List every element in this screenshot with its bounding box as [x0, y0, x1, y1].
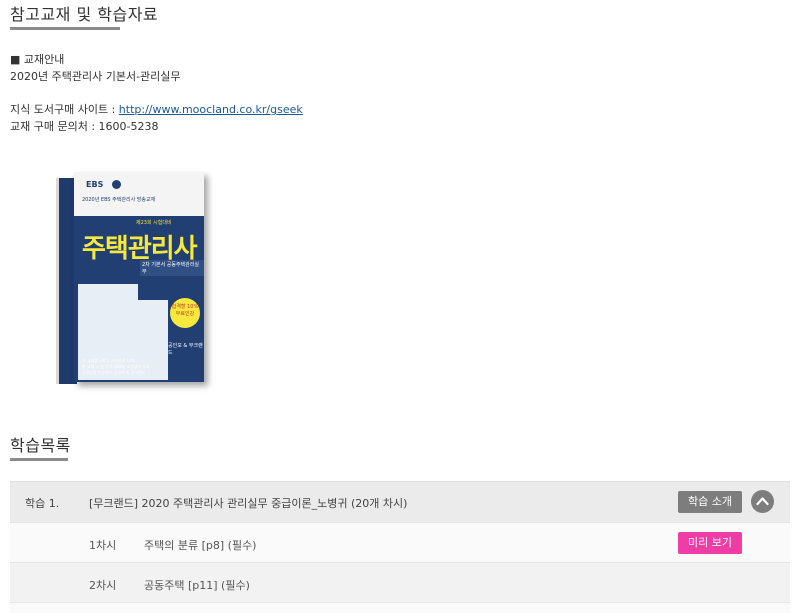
book-tag: 2차 기본서 공동주택관리실무: [140, 260, 204, 276]
chevron-up-icon: [756, 497, 769, 506]
shop-line: 지식 도서구매 사이트 : http://www.moocland.co.kr/…: [10, 101, 303, 118]
lesson-row[interactable]: 2차시 공동주택 [p11] (필수): [10, 562, 790, 603]
reference-section-title: 참고교재 및 학습자료: [10, 1, 159, 30]
reference-title-text: 참고교재 및 학습자료: [10, 5, 159, 24]
lesson-number: 2차시: [89, 579, 117, 592]
book-cover: EBS 2020년 EBS 주택관리사 방송교재 제23회 시험대비 주택관리사…: [74, 172, 204, 382]
lesson-title: 주택의 분류 [p8] (필수): [144, 539, 257, 552]
shop-link[interactable]: http://www.moocland.co.kr/gseek: [119, 103, 303, 116]
book-bullets: 이 교재를 2회독 교수진과 10회 한 교재 + 한 강의 365일 조건없이…: [82, 358, 150, 375]
brand-logo-icon: [112, 180, 121, 189]
course-label: 학습 1.: [25, 497, 60, 510]
book-small-subtitle: 2020년 EBS 주택관리사 방송교재: [82, 197, 156, 203]
book-brand: EBS: [86, 180, 104, 189]
book-badge: 합격할 10% 무료인강: [170, 298, 200, 328]
shop-label: 지식 도서구매 사이트 :: [10, 103, 119, 116]
collapse-button[interactable]: [751, 490, 774, 513]
lesson-title: 공동주택 [p11] (필수): [144, 579, 250, 592]
title-underline: [10, 27, 120, 30]
lesson-number: 1차시: [89, 539, 117, 552]
course-name: [무크랜드] 2020 주택관리사 관리실무 중급이론_노병귀 (20개 차시): [89, 497, 408, 510]
preview-button[interactable]: 미리 보기: [678, 532, 742, 554]
lesson-row[interactable]: [10, 602, 790, 613]
contact-info: 교재 구매 문의처 : 1600-5238: [10, 120, 159, 133]
lesson-row[interactable]: 1차시 주택의 분류 [p8] (필수) 미리 보기: [10, 522, 790, 563]
book-authors: 공인모 & 무크랜드: [168, 343, 203, 356]
course-intro-button[interactable]: 학습 소개: [678, 491, 742, 513]
title-underline: [10, 458, 68, 461]
book-cover-image: EBS 2020년 EBS 주택관리사 방송교재 제23회 시험대비 주택관리사…: [56, 172, 206, 390]
study-title-text: 학습목록: [10, 436, 71, 455]
guide-label: ■ 교재안내: [10, 53, 65, 66]
study-section-title: 학습목록: [10, 432, 71, 461]
course-header-row[interactable]: 학습 1. [무크랜드] 2020 주택관리사 관리실무 중급이론_노병귀 (2…: [10, 481, 790, 522]
book-name: 2020년 주택관리사 기본서-관리실무: [10, 70, 181, 83]
book-edition: 제23회 시험대비: [136, 220, 172, 226]
